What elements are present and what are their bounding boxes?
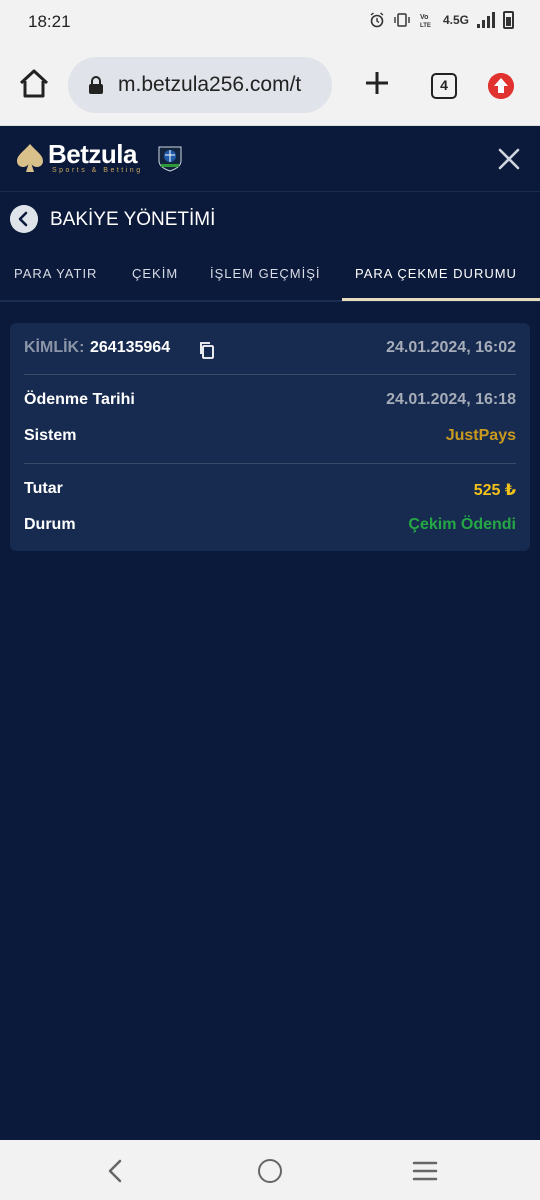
status-row: Durum Çekim Ödendi (24, 516, 516, 538)
page-title-row: BAKİYE YÖNETİMİ (0, 193, 540, 247)
amount-row: Tutar 525 ₺ (24, 480, 516, 502)
system-navigation-bar (0, 1140, 540, 1200)
tab-withdrawal-status[interactable]: PARA ÇEKME DURUMU (355, 266, 517, 281)
transaction-id-row: KİMLİK: 264135964 24.01.2024, 16:02 (24, 339, 516, 361)
withdrawal-card: KİMLİK: 264135964 24.01.2024, 16:02 Öden… (10, 323, 530, 551)
home-icon[interactable] (16, 66, 52, 102)
alarm-icon (370, 12, 384, 28)
payment-date-row: Ödenme Tarihi 24.01.2024, 16:18 (24, 391, 516, 413)
amount-value: 525 ₺ (473, 482, 516, 499)
status-time: 18:21 (28, 12, 71, 31)
system-label: Sistem (24, 427, 77, 444)
copy-icon[interactable] (198, 341, 216, 359)
signal-icon (477, 12, 495, 28)
svg-text:Vo: Vo (420, 14, 428, 21)
close-icon[interactable] (494, 144, 524, 174)
sponsor-badge-icon (158, 146, 182, 172)
spade-logo-icon (17, 144, 43, 172)
tab-bar: PARA YATIR ÇEKİM İŞLEM GEÇMİŞİ PARA ÇEKM… (0, 256, 540, 302)
chevron-left-icon[interactable] (10, 205, 38, 233)
nav-home-icon[interactable] (258, 1159, 282, 1183)
system-value: JustPays (445, 427, 516, 444)
volte-icon: Vo LTE (420, 14, 431, 28)
system-row: Sistem JustPays (24, 427, 516, 449)
network-type: 4.5G (442, 13, 469, 27)
payment-date-value: 24.01.2024, 16:18 (386, 391, 516, 408)
active-tab-indicator (342, 298, 540, 301)
amount-label: Tutar (24, 480, 63, 497)
brand-tagline: Sports & Betting (52, 167, 143, 174)
brand-logo[interactable]: Betzula Sports & Betting (14, 140, 143, 174)
address-bar[interactable]: m.betzula256.com/t (68, 57, 332, 113)
transaction-id-label: KİMLİK: (24, 339, 85, 356)
update-arrow-icon[interactable] (488, 73, 514, 99)
new-tab-plus-icon[interactable] (362, 68, 392, 98)
brand-name: Betzula (48, 139, 137, 169)
svg-text:LTE: LTE (420, 23, 431, 28)
status-label: Durum (24, 516, 76, 533)
lock-icon (89, 76, 103, 94)
divider (24, 463, 516, 464)
page-title: BAKİYE YÖNETİMİ (50, 209, 216, 230)
nav-back-icon[interactable] (104, 1158, 126, 1184)
browser-toolbar: m.betzula256.com/t 4 (0, 44, 540, 126)
divider (24, 374, 516, 375)
transaction-created-date: 24.01.2024, 16:02 (386, 339, 516, 356)
tab-deposit[interactable]: PARA YATIR (14, 266, 97, 281)
tab-transaction-history[interactable]: İŞLEM GEÇMİŞİ (210, 266, 321, 281)
status-icons: Vo LTE 4.5G (369, 11, 514, 29)
payment-date-label: Ödenme Tarihi (24, 391, 135, 408)
status-bar: 18:21 Vo LTE 4.5G (0, 0, 540, 44)
tab-switcher-button[interactable]: 4 (431, 73, 457, 99)
transaction-id-value: 264135964 (90, 339, 171, 356)
url-text: m.betzula256.com/t (118, 73, 302, 96)
tab-withdraw[interactable]: ÇEKİM (132, 266, 178, 281)
status-value: Çekim Ödendi (408, 516, 516, 533)
nav-recents-icon[interactable] (412, 1160, 438, 1182)
app-header: Betzula Sports & Betting (0, 126, 540, 192)
battery-icon (503, 11, 514, 29)
vibrate-icon (394, 13, 410, 27)
